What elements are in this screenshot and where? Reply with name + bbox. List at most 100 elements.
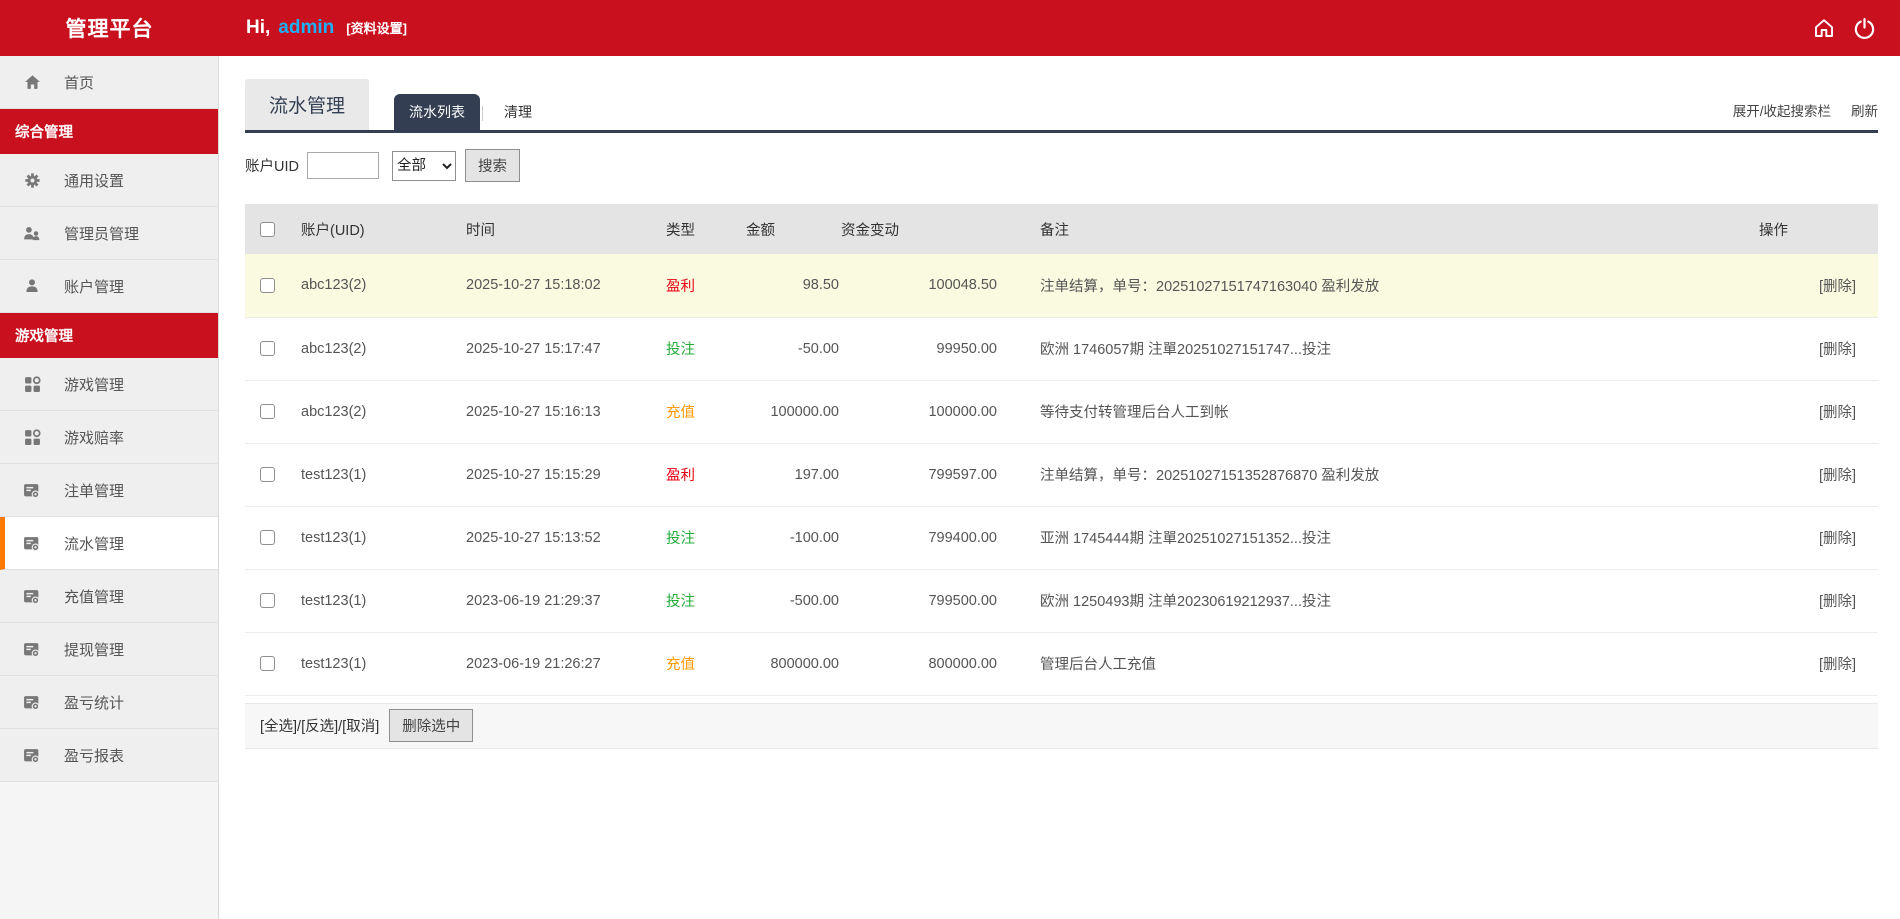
- doc-icon: [23, 746, 41, 764]
- refresh-link[interactable]: 刷新: [1851, 100, 1878, 120]
- cell-note: 管理后台人工充值: [998, 632, 1758, 696]
- delete-link[interactable]: [删除]: [1819, 279, 1856, 295]
- sidebar-list: 首页 综合管理 通用设置 管理员管理 账户管理 游戏管理 游戏管理 游戏赔率 注…: [0, 56, 218, 782]
- cell-time: 2025-10-27 15:17:47: [465, 317, 665, 381]
- sidebar-item-充值管理[interactable]: 充值管理: [0, 570, 218, 623]
- cell-balance: 99950.00: [840, 317, 998, 381]
- sidebar-item-label: 盈亏报表: [64, 747, 125, 765]
- sidebar-item-label: 注单管理: [64, 482, 125, 500]
- delete-link[interactable]: [删除]: [1819, 342, 1856, 358]
- sidebar-item-管理员管理[interactable]: 管理员管理: [0, 207, 218, 260]
- title-strip: 流水管理 流水列表 清理 展开/收起搜索栏 刷新: [245, 79, 1878, 133]
- sidebar-item-label: 游戏赔率: [64, 429, 125, 447]
- sidebar-item-label: 盈亏统计: [64, 694, 125, 712]
- select-all-checkbox[interactable]: [260, 221, 275, 237]
- cell-balance: 799400.00: [840, 506, 998, 570]
- table-row: test123(1) 2025-10-27 15:13:52 投注 -100.0…: [245, 506, 1878, 570]
- sidebar: 首页 综合管理 通用设置 管理员管理 账户管理 游戏管理 游戏管理 游戏赔率 注…: [0, 56, 219, 919]
- row-checkbox[interactable]: [260, 530, 275, 546]
- table-footer: [全选]/[反选]/[取消] 删除选中: [245, 702, 1878, 749]
- table-row: abc123(2) 2025-10-27 15:17:47 投注 -50.00 …: [245, 317, 1878, 381]
- cell-time: 2025-10-27 15:13:52: [465, 506, 665, 570]
- col-amount: 金额: [745, 204, 840, 254]
- home-icon: [23, 73, 41, 91]
- cell-note: 注单结算，单号：20251027151352876870 盈利发放: [998, 443, 1758, 507]
- cell-amount: 98.50: [745, 254, 840, 318]
- sidebar-item-盈亏统计[interactable]: 盈亏统计: [0, 676, 218, 729]
- select-links[interactable]: [全选]/[反选]/[取消]: [260, 715, 379, 736]
- cell-note: 亚洲 1745444期 注單20251027151352...投注: [998, 506, 1758, 570]
- page-title: 流水管理: [245, 79, 370, 130]
- cell-type: 投注: [665, 506, 745, 570]
- table-row: abc123(2) 2025-10-27 15:16:13 充值 100000.…: [245, 380, 1878, 444]
- gear-icon: [23, 171, 41, 189]
- grid-icon: [23, 375, 41, 393]
- delete-link[interactable]: [删除]: [1819, 531, 1856, 547]
- uid-label: 账户UID: [245, 159, 299, 175]
- cell-note: 注单结算，单号：20251027151747163040 盈利发放: [998, 254, 1758, 318]
- greeting-prefix: Hi,: [246, 17, 271, 38]
- cell-balance: 100000.00: [840, 380, 998, 444]
- power-icon[interactable]: [1853, 17, 1876, 40]
- cell-uid: abc123(2): [300, 254, 465, 318]
- sidebar-item-盈亏报表[interactable]: 盈亏报表: [0, 729, 218, 782]
- sidebar-item-账户管理[interactable]: 账户管理: [0, 260, 218, 313]
- user-icon: [23, 277, 41, 295]
- tab-clean[interactable]: 清理: [489, 94, 547, 130]
- delete-link[interactable]: [删除]: [1819, 405, 1856, 421]
- cell-note: 欧洲 1250493期 注单20230619212937...投注: [998, 569, 1758, 633]
- strip-actions: 展开/收起搜索栏 刷新: [1733, 100, 1878, 130]
- grid-icon: [23, 428, 41, 446]
- sidebar-item-label: 流水管理: [64, 535, 125, 553]
- row-checkbox[interactable]: [260, 593, 275, 609]
- row-checkbox[interactable]: [260, 656, 275, 672]
- cell-note: 等待支付转管理后台人工到帐: [998, 380, 1758, 444]
- brand-title: 管理平台: [65, 18, 154, 41]
- search-button[interactable]: 搜索: [464, 149, 520, 182]
- doc-icon: [23, 640, 41, 658]
- table-body: abc123(2) 2025-10-27 15:18:02 盈利 98.50 1…: [245, 254, 1878, 696]
- profile-settings-link[interactable]: [资料设置]: [346, 18, 407, 37]
- sidebar-item-注单管理[interactable]: 注单管理: [0, 464, 218, 517]
- cell-time: 2025-10-27 15:16:13: [465, 380, 665, 444]
- uid-input[interactable]: [306, 152, 379, 179]
- delete-link[interactable]: [删除]: [1819, 657, 1856, 673]
- sidebar-item-流水管理[interactable]: 流水管理: [0, 517, 218, 570]
- cell-type: 投注: [665, 317, 745, 381]
- sidebar-item-label: 游戏管理: [64, 376, 125, 394]
- sidebar-item-提现管理[interactable]: 提现管理: [0, 623, 218, 676]
- sidebar-item-label: 管理员管理: [64, 225, 140, 243]
- cell-type: 充值: [665, 632, 745, 696]
- sidebar-item-label: 通用设置: [64, 172, 125, 190]
- sidebar-item-label: 充值管理: [64, 588, 125, 606]
- cell-time: 2023-06-19 21:29:37: [465, 569, 665, 633]
- cell-balance: 800000.00: [840, 632, 998, 696]
- cell-balance: 100048.50: [840, 254, 998, 318]
- sidebar-item-游戏管理[interactable]: 游戏管理: [0, 358, 218, 411]
- sidebar-item-首页[interactable]: 首页: [0, 56, 218, 109]
- sidebar-item-通用设置[interactable]: 通用设置: [0, 154, 218, 207]
- search-bar: 账户UID 全部 搜索: [245, 149, 1878, 182]
- home-icon[interactable]: [1812, 16, 1836, 40]
- row-checkbox[interactable]: [260, 467, 275, 483]
- toggle-search-link[interactable]: 展开/收起搜索栏: [1733, 100, 1831, 120]
- tab-divider: [482, 106, 484, 121]
- delete-link[interactable]: [删除]: [1819, 468, 1856, 484]
- type-select[interactable]: 全部: [391, 150, 456, 181]
- row-checkbox[interactable]: [260, 277, 275, 293]
- table-row: test123(1) 2023-06-19 21:26:27 充值 800000…: [245, 632, 1878, 696]
- row-checkbox[interactable]: [260, 404, 275, 420]
- sidebar-item-游戏赔率[interactable]: 游戏赔率: [0, 411, 218, 464]
- tab-flow-list[interactable]: 流水列表: [394, 94, 481, 130]
- flow-table: 账户(UID) 时间 类型 金额 资金变动 备注 操作 abc123(2) 20…: [245, 204, 1878, 696]
- admins-icon: [23, 224, 41, 242]
- col-note: 备注: [998, 204, 1758, 254]
- cell-amount: 197.00: [745, 443, 840, 507]
- row-checkbox[interactable]: [260, 341, 275, 357]
- delete-selected-button[interactable]: 删除选中: [389, 709, 474, 742]
- sidebar-section-header: 游戏管理: [0, 313, 218, 358]
- cell-uid: test123(1): [300, 506, 465, 570]
- sidebar-section-label: 综合管理: [15, 125, 73, 141]
- delete-link[interactable]: [删除]: [1819, 594, 1856, 610]
- col-uid: 账户(UID): [300, 204, 465, 254]
